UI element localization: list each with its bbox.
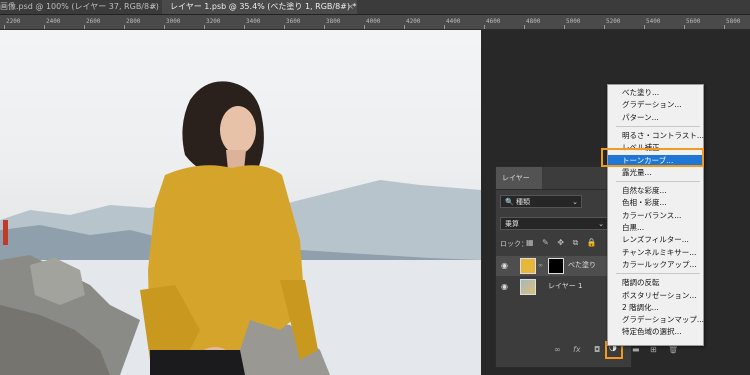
ruler-tick-label: 3600 <box>286 18 301 25</box>
ruler-tick <box>84 25 85 29</box>
ruler-tick <box>44 25 45 29</box>
ruler-tick <box>444 25 445 29</box>
ruler-tick <box>284 25 285 29</box>
ruler-tick-label: 2800 <box>126 18 141 25</box>
mask-thumbnail[interactable] <box>548 258 564 274</box>
menu-item[interactable]: 自然な彩度... <box>608 185 703 197</box>
photo-illustration <box>0 81 481 375</box>
ruler-tick-label: 4600 <box>486 18 501 25</box>
ruler-tick <box>324 25 325 29</box>
document-tab-2-label: レイヤー 1.psb @ 35.4% (べた塗り 1, RGB/8#) * <box>170 2 357 11</box>
search-icon: 🔍 <box>505 198 514 206</box>
ruler-tick-label: 5800 <box>726 18 741 25</box>
ruler-tick-label: 3200 <box>206 18 221 25</box>
ruler-tick <box>644 25 645 29</box>
fill-color-thumbnail[interactable] <box>520 258 536 274</box>
visibility-eye-icon[interactable]: ◉ <box>501 261 508 270</box>
ruler-tick <box>124 25 125 29</box>
document-tab-2[interactable]: レイヤー 1.psb @ 35.4% (べた塗り 1, RGB/8#) * × <box>162 0 357 14</box>
menu-item[interactable]: 白黒... <box>608 222 703 234</box>
add-mask-icon[interactable]: ◘ <box>594 345 600 354</box>
layers-panel-tab[interactable]: レイヤー <box>496 167 542 189</box>
menu-item[interactable]: ポスタリゼーション... <box>608 290 703 302</box>
document-tab-bar: 画像.psd @ 100% (レイヤー 37, RGB/8#) * × レイヤー… <box>0 0 750 15</box>
ruler-tick <box>4 25 5 29</box>
ruler-tick <box>684 25 685 29</box>
ruler-tick <box>164 25 165 29</box>
ruler-tick-label: 5600 <box>686 18 701 25</box>
ruler-tick-label: 2600 <box>86 18 101 25</box>
new-group-folder-icon[interactable]: ▬ <box>632 345 640 354</box>
ruler-tick-label: 4200 <box>406 18 421 25</box>
blend-mode-select[interactable]: 乗算 ⌄ <box>500 217 608 230</box>
ruler-tick <box>524 25 525 29</box>
canvas-photo[interactable] <box>0 30 481 375</box>
ruler-tick <box>404 25 405 29</box>
menu-separator <box>616 125 700 127</box>
ruler-tick-label: 5000 <box>566 18 581 25</box>
menu-item[interactable]: レンズフィルター... <box>608 234 703 246</box>
layer-thumbnail[interactable] <box>520 279 536 295</box>
close-tab-2-icon[interactable]: × <box>347 0 354 14</box>
lock-icons[interactable]: ▦ ✎ ✥ ⧉ 🔒 <box>526 238 600 248</box>
menu-item[interactable]: グラデーションマップ... <box>608 314 704 326</box>
tone-curve-highlight-box <box>601 148 704 167</box>
ruler-tick-label: 3400 <box>246 18 261 25</box>
ruler-tick-label: 4400 <box>446 18 461 25</box>
menu-item[interactable]: 色相・彩度... <box>608 197 703 209</box>
menu-item[interactable]: 階調の反転 <box>608 277 703 289</box>
ruler-tick-label: 2400 <box>46 18 61 25</box>
link-icon: ∞ <box>538 262 543 269</box>
new-layer-icon[interactable]: ⊞ <box>650 345 657 354</box>
ruler-tick-label: 4000 <box>366 18 381 25</box>
layer-kind-filter[interactable]: 🔍 種類 ⌄ <box>500 195 582 208</box>
ruler-tick-label: 2200 <box>6 18 21 25</box>
menu-item[interactable]: 明るさ・コントラスト... <box>608 130 704 142</box>
blend-mode-value: 乗算 <box>505 220 519 228</box>
document-tab-1-label: 画像.psd @ 100% (レイヤー 37, RGB/8#) * <box>0 2 160 11</box>
ruler-tick-label: 5200 <box>606 18 621 25</box>
ruler-tick <box>244 25 245 29</box>
layer-name-layer1: レイヤー 1 <box>548 282 583 290</box>
visibility-eye-icon[interactable]: ◉ <box>501 282 508 291</box>
menu-item[interactable]: パターン... <box>608 112 703 124</box>
ruler-tick <box>204 25 205 29</box>
lock-label: ロック： <box>500 240 528 248</box>
ruler-tick <box>604 25 605 29</box>
layer-kind-filter-value: 種類 <box>515 198 530 206</box>
menu-item[interactable]: グラデーション... <box>608 99 703 111</box>
fx-icon[interactable]: fx <box>573 345 581 354</box>
menu-item[interactable]: 2 階調化... <box>608 302 703 314</box>
menu-item[interactable]: カラールックアップ... <box>608 259 703 271</box>
document-tab-1[interactable]: 画像.psd @ 100% (レイヤー 37, RGB/8#) * × <box>0 0 160 14</box>
menu-item[interactable]: 露光量... <box>608 167 703 179</box>
ruler-tick <box>724 25 725 29</box>
close-tab-1-icon[interactable]: × <box>150 0 157 14</box>
ruler-tick <box>564 25 565 29</box>
ruler-tick <box>364 25 365 29</box>
adjustment-layer-menu: べた塗り... グラデーション... パターン... 明るさ・コントラスト... レベル… <box>607 84 704 346</box>
chevron-down-icon: ⌄ <box>572 198 578 206</box>
menu-separator <box>616 273 700 275</box>
horizontal-ruler: 2200 2400 2600 2800 3000 3200 3400 3600 3800 4000… <box>0 15 750 30</box>
ruler-tick-label: 4800 <box>526 18 541 25</box>
menu-item[interactable]: チャンネルミキサー... <box>608 247 703 259</box>
ruler-tick-label: 3000 <box>166 18 181 25</box>
menu-item[interactable]: カラーバランス... <box>608 210 703 222</box>
menu-item[interactable]: べた塗り... <box>608 87 703 99</box>
ruler-tick <box>484 25 485 29</box>
menu-item[interactable]: 特定色域の選択... <box>608 326 703 338</box>
trash-icon[interactable]: 🗑 <box>668 345 678 354</box>
menu-separator <box>616 181 700 183</box>
ruler-tick-label: 5400 <box>646 18 661 25</box>
layer-name-fill: べた塗り <box>568 261 596 269</box>
ruler-tick-label: 3800 <box>326 18 341 25</box>
chevron-down-icon: ⌄ <box>598 220 604 228</box>
link-layers-icon[interactable]: ∞ <box>554 345 561 354</box>
